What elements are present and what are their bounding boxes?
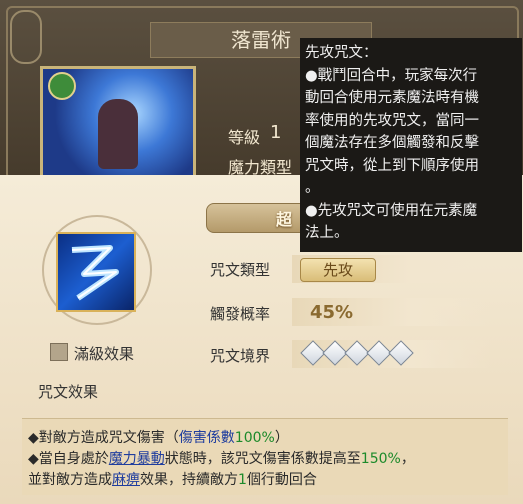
desc-line-3: 並對敵方造成麻痹效果，持續敵方1個行動回合 — [28, 469, 317, 489]
spell-type-tag: 先攻 — [300, 258, 376, 282]
max-level-checkbox[interactable] — [50, 343, 68, 361]
first-strike-tooltip: 先攻咒文： ●戰鬥回合中，玩家每次行 動回合使用元素魔法時有機 率使用的先攻咒文… — [300, 38, 522, 252]
mana-riot-term[interactable]: 魔力暴動 — [109, 451, 165, 467]
spell-detail-screen: 落雷術 等級 1 魔力類型 超 滿級效果 咒文效果 咒文類型 先攻 觸發概率 4… — [0, 0, 523, 504]
damage-coef-value: 100% — [234, 430, 275, 446]
tooltip-line: 個魔法存在多個觸發和反擊 — [305, 135, 479, 151]
green-gem-icon — [48, 72, 76, 100]
trigger-prob-value: 45% — [310, 302, 354, 323]
trigger-prob-label: 觸發概率 — [210, 305, 271, 323]
spell-type-label: 咒文類型 — [210, 261, 271, 279]
desc-text: ， — [400, 451, 415, 467]
corner-ornament-icon — [10, 10, 42, 64]
tooltip-line: ●先攻咒文可使用在元素魔 — [305, 202, 478, 219]
tooltip-line: 。 — [305, 180, 320, 196]
desc-text: ◆對敵方造成咒文傷害（ — [28, 430, 179, 446]
effect-section-title: 咒文效果 — [38, 383, 99, 401]
caster-figure — [98, 99, 138, 169]
lightning-spell-icon[interactable] — [56, 232, 136, 312]
rarity-text: 超 — [276, 210, 293, 229]
desc-text: 並對敵方造成 — [28, 472, 112, 488]
desc-text: ） — [274, 430, 289, 446]
desc-text: 效果，持續敵方 — [140, 472, 238, 488]
tooltip-line: 法上。 — [305, 225, 349, 241]
spell-realm-label: 咒文境界 — [210, 347, 271, 365]
boosted-coef-value: 150% — [360, 451, 401, 467]
desc-text: 個行動回合 — [246, 472, 317, 488]
damage-coef-term: 傷害係數 — [178, 430, 235, 446]
tooltip-line: 咒文時，從上到下順序使用 — [305, 157, 479, 174]
level-label: 等級 — [228, 128, 261, 147]
tooltip-line: ●戰鬥回合中，玩家每次行 — [305, 67, 478, 84]
level-value: 1 — [270, 122, 282, 143]
duration-value: 1 — [238, 472, 247, 488]
paralysis-term[interactable]: 麻痹 — [112, 472, 140, 488]
tooltip-line: 先攻咒文： — [305, 45, 378, 61]
desc-text: ◆當自身處於 — [28, 451, 109, 467]
desc-text: 狀態時，該咒文傷害係數提高至 — [164, 451, 361, 467]
desc-line-1: ◆對敵方造成咒文傷害（傷害係數100%） — [28, 427, 289, 447]
tooltip-line: 率使用的先攻咒文，當同一 — [305, 112, 479, 129]
max-level-label[interactable]: 滿級效果 — [74, 343, 134, 364]
desc-line-2: ◆當自身處於魔力暴動狀態時，該咒文傷害係數提高至150%， — [28, 448, 415, 468]
tooltip-line: 動回合使用元素魔法時有機 — [305, 90, 479, 106]
